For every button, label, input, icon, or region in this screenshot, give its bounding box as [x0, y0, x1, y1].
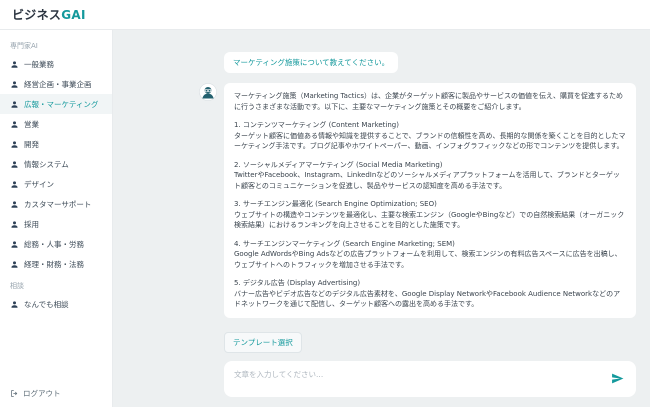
ai-message-sections: 1. コンテンツマーケティング (Content Marketing)ターゲット…: [234, 120, 626, 310]
app-window: ビジネスGAI 専門家AI 一般業務経営企画・事業企画広報・マーケティング営業開…: [0, 0, 650, 407]
ai-message-section: 2. ソーシャルメディアマーケティング (Social Media Market…: [234, 160, 626, 192]
sidebar-item-label: 営業: [24, 119, 39, 130]
sidebar-item-expert-0[interactable]: 一般業務: [0, 54, 112, 74]
person-icon: [10, 140, 19, 149]
template-row: テンプレート選択: [224, 330, 636, 353]
ai-avatar-icon: [199, 83, 217, 101]
sidebar-item-consult-0[interactable]: なんでも相談: [0, 294, 112, 314]
sidebar-item-expert-10[interactable]: 経理・財務・法務: [0, 254, 112, 274]
person-icon: [10, 100, 19, 109]
sidebar-item-expert-3[interactable]: 営業: [0, 114, 112, 134]
person-icon: [10, 300, 19, 309]
person-icon: [10, 80, 19, 89]
sidebar-item-label: なんでも相談: [24, 299, 69, 310]
ai-message-intro: マーケティング施策（Marketing Tactics）は、企業がターゲット顧客…: [234, 91, 626, 112]
chat-area: マーケティング施策について教えてください。: [113, 30, 650, 407]
ai-message-section: 3. サーチエンジン最適化 (Search Engine Optimizatio…: [234, 199, 626, 231]
person-icon: [10, 220, 19, 229]
sidebar-item-label: 広報・マーケティング: [24, 99, 98, 110]
logout-button[interactable]: ログアウト: [10, 388, 61, 399]
sidebar-item-expert-1[interactable]: 経営企画・事業企画: [0, 74, 112, 94]
person-icon: [10, 120, 19, 129]
ai-message: マーケティング施策（Marketing Tactics）は、企業がターゲット顧客…: [224, 83, 636, 318]
ai-message-section: 5. デジタル広告 (Display Advertising)バナー広告やビデオ…: [234, 278, 626, 310]
ai-section-body: ウェブサイトの構造やコンテンツを最適化し、主要な検索エンジン（GoogleやBi…: [234, 210, 626, 231]
template-select-button[interactable]: テンプレート選択: [224, 332, 302, 353]
sidebar-item-label: 経理・財務・法務: [24, 259, 84, 270]
sidebar-item-expert-7[interactable]: カスタマーサポート: [0, 194, 112, 214]
user-message-row: マーケティング施策について教えてください。: [224, 50, 636, 73]
logout-icon: [10, 389, 19, 398]
sidebar-item-expert-6[interactable]: デザイン: [0, 174, 112, 194]
ai-section-body: Google AdWordsやBing Adsなどの広告プラットフォームを利用し…: [234, 249, 626, 270]
sidebar-item-expert-9[interactable]: 総務・人事・労務: [0, 234, 112, 254]
sidebar-item-label: 情報システム: [24, 159, 69, 170]
sidebar-item-expert-5[interactable]: 情報システム: [0, 154, 112, 174]
sidebar-expert-list: 一般業務経営企画・事業企画広報・マーケティング営業開発情報システムデザインカスタ…: [0, 54, 112, 274]
sidebar-item-expert-2[interactable]: 広報・マーケティング: [0, 94, 112, 114]
app-header: ビジネスGAI: [0, 0, 650, 30]
ai-section-body: バナー広告やビデオ広告などのデジタル広告素材を、Google Display N…: [234, 289, 626, 310]
sidebar-item-label: 開発: [24, 139, 39, 150]
ai-section-body: TwitterやFacebook、Instagram、LinkedInなどのソー…: [234, 170, 626, 191]
person-icon: [10, 180, 19, 189]
sidebar-item-expert-8[interactable]: 採用: [0, 214, 112, 234]
sidebar-item-label: 採用: [24, 219, 39, 230]
sidebar-item-label: デザイン: [24, 179, 54, 190]
ai-message-section: 1. コンテンツマーケティング (Content Marketing)ターゲット…: [234, 120, 626, 152]
sidebar-item-label: 総務・人事・労務: [24, 239, 84, 250]
message-input-bar: [224, 361, 636, 397]
sidebar-section-expert-ai: 専門家AI: [0, 34, 112, 54]
ai-section-title: 2. ソーシャルメディアマーケティング (Social Media Market…: [234, 160, 626, 171]
ai-message-row: マーケティング施策（Marketing Tactics）は、企業がターゲット顧客…: [199, 83, 636, 318]
person-icon: [10, 60, 19, 69]
sidebar-item-label: 一般業務: [24, 59, 54, 70]
logo-accent-text: GAI: [61, 8, 86, 22]
ai-section-title: 5. デジタル広告 (Display Advertising): [234, 278, 626, 289]
message-input[interactable]: [234, 366, 601, 392]
user-message: マーケティング施策について教えてください。: [224, 52, 398, 73]
app-logo: ビジネスGAI: [12, 6, 86, 23]
sidebar-item-expert-4[interactable]: 開発: [0, 134, 112, 154]
logo-text: ビジネス: [12, 8, 61, 22]
sidebar-item-label: カスタマーサポート: [24, 199, 91, 210]
person-icon: [10, 240, 19, 249]
sidebar: 専門家AI 一般業務経営企画・事業企画広報・マーケティング営業開発情報システムデ…: [0, 30, 113, 407]
send-icon: [611, 372, 624, 385]
ai-section-title: 4. サーチエンジンマーケティング (Search Engine Marketi…: [234, 239, 626, 250]
ai-section-title: 3. サーチエンジン最適化 (Search Engine Optimizatio…: [234, 199, 626, 210]
sidebar-item-label: 経営企画・事業企画: [24, 79, 92, 90]
person-icon: [10, 200, 19, 209]
person-icon: [10, 260, 19, 269]
ai-section-body: ターゲット顧客に価値ある情報や知識を提供することで、ブランドの信頼性を高め、長期…: [234, 131, 626, 152]
ai-message-section: 4. サーチエンジンマーケティング (Search Engine Marketi…: [234, 239, 626, 271]
logout-label: ログアウト: [23, 388, 61, 399]
sidebar-consult-list: なんでも相談: [0, 294, 112, 314]
person-icon: [10, 160, 19, 169]
send-button[interactable]: [609, 370, 626, 387]
ai-section-title: 1. コンテンツマーケティング (Content Marketing): [234, 120, 626, 131]
sidebar-section-consult: 相談: [0, 274, 112, 294]
